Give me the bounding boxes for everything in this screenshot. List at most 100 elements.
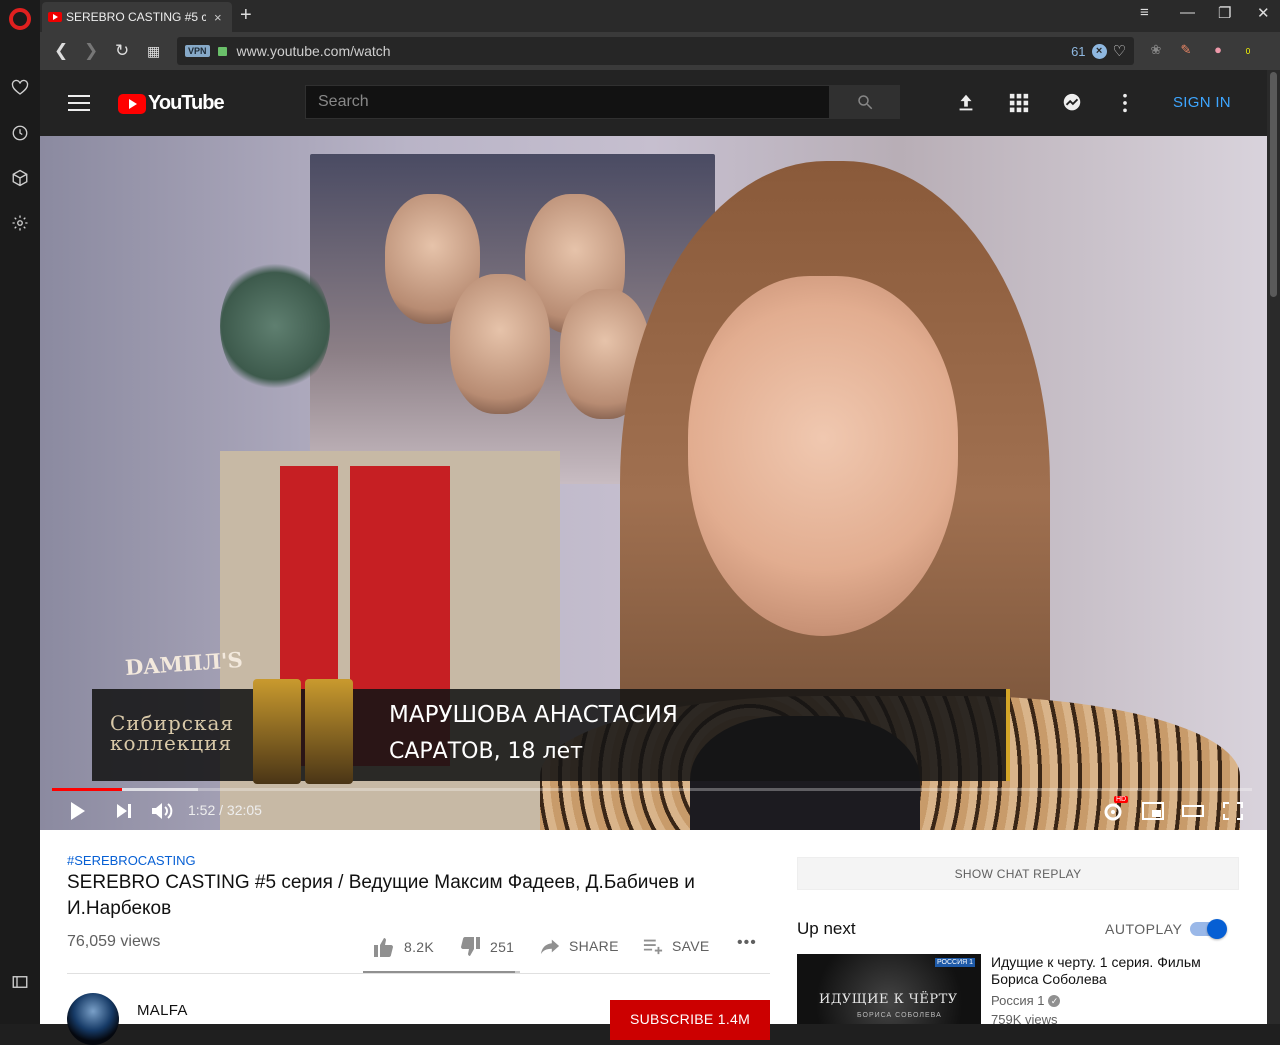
lock-icon[interactable] — [217, 46, 227, 56]
plant-decoration — [220, 256, 330, 396]
close-window-button[interactable]: ✕ — [1257, 4, 1270, 22]
tab-bar: SEREBRO CASTING #5 сер × + ≡ — ❐ ✕ — [40, 0, 1280, 32]
search-icon — [857, 95, 872, 110]
channel-avatar[interactable] — [67, 993, 119, 1045]
back-arrow-icon[interactable]: ❮ — [54, 41, 68, 61]
extension-leaf-icon[interactable]: ❀ — [1148, 42, 1164, 58]
new-tab-button[interactable]: + — [240, 4, 252, 27]
autoplay-toggle-knob — [1207, 919, 1227, 939]
recommendation-thumbnail[interactable]: РОССИЯ 1 ИДУЩИЕ К ЧЁРТУ БОРИСА СОБОЛЕВА — [797, 954, 981, 1024]
upload-icon[interactable] — [955, 92, 977, 114]
more-vert-icon[interactable] — [1114, 92, 1136, 114]
youtube-wordmark: YouTube — [148, 92, 225, 114]
tab-youtube[interactable]: SEREBRO CASTING #5 сер × — [42, 2, 232, 32]
play-button[interactable] — [68, 800, 88, 822]
volume-button[interactable] — [150, 800, 174, 822]
opera-sidebar — [0, 0, 40, 1024]
progress-bar[interactable] — [52, 788, 1252, 791]
info-divider — [67, 973, 770, 974]
like-button[interactable]: 8.2K — [372, 936, 434, 958]
extension-pill-icon[interactable]: ● — [1210, 42, 1226, 58]
lower-third-name: МАРУШОВА АНАСТАСИЯ — [389, 702, 678, 728]
vpn-badge[interactable]: VPN — [185, 45, 210, 57]
scrollbar-thumb[interactable] — [1270, 72, 1277, 297]
subscribe-button[interactable]: SUBSCRIBE 1.4M — [610, 1000, 770, 1040]
playlist-add-icon — [643, 939, 663, 955]
address-toolbar: ❮ ❯ ↻ ▦ VPN www.youtube.com/watch 61 × ♡… — [40, 32, 1280, 70]
share-label: SHARE — [569, 938, 619, 954]
youtube-play-logo-icon — [118, 93, 146, 114]
volume-icon — [152, 803, 173, 819]
settings-button[interactable]: HD — [1102, 796, 1129, 822]
adblock-icon[interactable]: × — [1091, 43, 1107, 59]
hashtag-link[interactable]: #SEREBROCASTING — [67, 853, 196, 868]
view-count: 76,059 views — [67, 933, 161, 950]
more-actions-icon[interactable]: ••• — [737, 934, 757, 952]
theater-mode-button[interactable] — [1181, 800, 1205, 822]
search-input[interactable] — [305, 85, 830, 119]
channel-name[interactable]: MALFA — [137, 1002, 188, 1019]
hd-badge: HD — [1114, 796, 1129, 803]
watch-info: #SEREBROCASTING SEREBRO CASTING #5 серия… — [40, 830, 1267, 1045]
reload-icon[interactable]: ↻ — [115, 41, 129, 61]
messages-icon[interactable] — [1061, 92, 1083, 114]
dislike-count: 251 — [490, 939, 515, 955]
sidebar-toggle-icon[interactable] — [10, 973, 30, 993]
tab-close-icon[interactable]: × — [214, 10, 222, 25]
time-display: 1:52 / 32:05 — [188, 802, 262, 818]
search-button[interactable] — [829, 85, 900, 119]
history-clock-icon[interactable] — [10, 124, 30, 144]
opera-logo-icon[interactable] — [9, 8, 31, 30]
lower-third-city: САРАТОВ, 18 лет — [389, 739, 583, 764]
settings-gear-icon[interactable] — [10, 214, 30, 234]
person-face — [688, 276, 958, 636]
tab-title: SEREBRO CASTING #5 сер — [66, 10, 206, 24]
extension-badge-icon[interactable]: 0 — [1240, 42, 1256, 58]
verified-check-icon: ✓ — [1048, 994, 1061, 1007]
progress-played — [52, 788, 122, 791]
extension-eraser-icon[interactable]: ✎ — [1178, 42, 1194, 58]
thumbnail-subtitle: БОРИСА СОБОЛЕВА — [857, 1012, 942, 1019]
up-next-heading: Up next — [797, 919, 856, 938]
recommendation-views: 759K views — [991, 1012, 1058, 1027]
forward-arrow-icon[interactable]: ❯ — [84, 41, 98, 61]
speed-dial-grid-icon[interactable]: ▦ — [147, 43, 160, 60]
youtube-header: YouTube SIGN IN — [40, 70, 1267, 136]
theater-mode-icon — [1182, 805, 1204, 817]
menu-hamburger-icon[interactable] — [68, 95, 90, 111]
recommendation-title[interactable]: Идущие к черту. 1 серия. Фильм Бориса Со… — [991, 954, 1221, 988]
skip-next-icon — [117, 804, 131, 818]
share-icon — [540, 939, 560, 955]
url-bar[interactable]: VPN www.youtube.com/watch 61 × ♡ — [177, 37, 1134, 65]
dislike-button[interactable]: 251 — [458, 936, 514, 958]
miniplayer-icon — [1142, 802, 1164, 820]
sign-in-link[interactable]: SIGN IN — [1173, 94, 1231, 111]
miniplayer-button[interactable] — [1141, 800, 1165, 822]
lower-third-caption: Сибирская коллекция МАРУШОВА АНАСТАСИЯ С… — [92, 689, 1010, 781]
minimize-button[interactable]: — — [1180, 4, 1195, 21]
heart-icon[interactable] — [10, 79, 30, 99]
tab-menu-icon[interactable]: ≡ — [1140, 4, 1149, 21]
next-button[interactable] — [114, 800, 134, 822]
video-player[interactable]: DAMПЛ'S Сибирская коллекция МАРУШОВА АНА… — [40, 136, 1267, 830]
restore-button[interactable]: ❐ — [1218, 4, 1231, 22]
url-text[interactable]: www.youtube.com/watch — [237, 43, 391, 59]
channel-badge: РОССИЯ 1 — [935, 958, 975, 967]
autoplay-toggle[interactable] — [1190, 919, 1227, 939]
youtube-logo[interactable]: YouTube — [118, 92, 225, 115]
bookmark-heart-icon[interactable]: ♡ — [1113, 42, 1126, 60]
page-scrollbar[interactable] — [1267, 70, 1280, 1024]
player-controls: 1:52 / 32:05 HD — [40, 792, 1267, 830]
product-pack — [305, 679, 353, 784]
show-chat-replay-button[interactable]: SHOW CHAT REPLAY — [797, 857, 1239, 890]
blocked-count[interactable]: 61 — [1071, 44, 1085, 59]
extensions-cube-icon[interactable] — [10, 169, 30, 189]
recommendation-channel[interactable]: Россия 1 ✓ — [991, 993, 1061, 1008]
share-button[interactable]: SHARE — [539, 936, 619, 956]
lower-third-brand: Сибирская коллекция — [110, 711, 235, 755]
fullscreen-button[interactable] — [1221, 800, 1245, 822]
apps-grid-icon[interactable] — [1008, 92, 1030, 114]
play-icon — [71, 802, 85, 820]
save-button[interactable]: SAVE — [642, 936, 710, 956]
product-pack — [253, 679, 301, 784]
